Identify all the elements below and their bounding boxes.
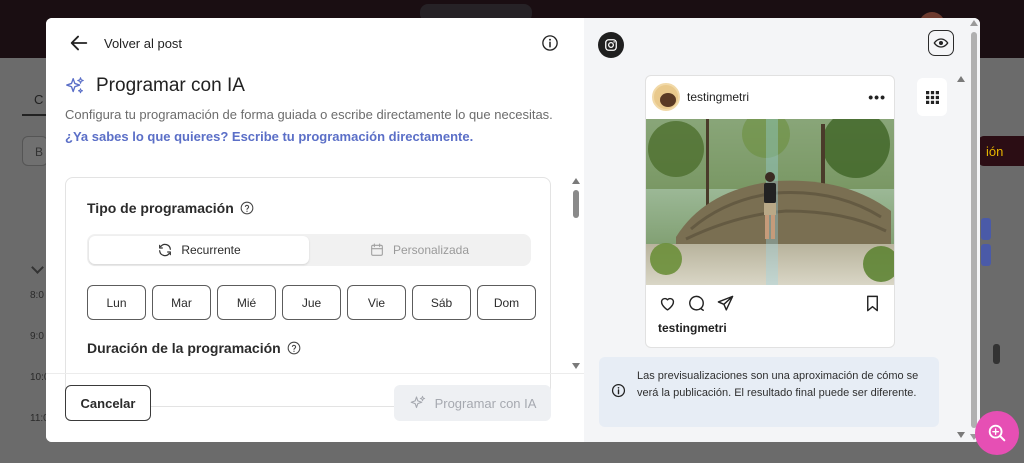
sparkles-icon <box>66 77 84 94</box>
info-icon <box>611 383 626 398</box>
cancel-button[interactable]: Cancelar <box>65 385 151 421</box>
instagram-glyph-icon <box>605 39 617 51</box>
weekday-selector: Lun Mar Mié Jue Vie Sáb Dom <box>87 285 536 320</box>
background-search: B <box>22 136 48 166</box>
calendar-block <box>981 218 991 240</box>
avatar <box>652 83 680 111</box>
scroll-down-arrow[interactable] <box>957 432 965 438</box>
post-header: testingmetri ••• <box>652 82 890 112</box>
tab-recurrente[interactable]: Recurrente <box>89 236 309 264</box>
grid-view-button[interactable] <box>917 78 947 116</box>
time-label: 8:0 <box>30 290 44 301</box>
background-tab: C <box>34 92 44 107</box>
preview-toggle-button[interactable] <box>928 30 954 56</box>
preview-notice: Las previsualizaciones son una aproximac… <box>599 357 939 427</box>
scroll-down-arrow[interactable] <box>572 363 580 369</box>
back-label: Volver al post <box>104 35 183 51</box>
post-username: testingmetri <box>687 90 750 104</box>
background-cta-button: ión <box>978 136 1024 166</box>
modal-header: Programar con IA <box>64 75 245 97</box>
grid-icon <box>925 90 939 104</box>
more-options-icon[interactable]: ••• <box>868 89 886 105</box>
schedule-type-title: Tipo de programación <box>87 200 234 216</box>
tab-label: Personalizada <box>392 243 470 257</box>
schedule-type-heading: Tipo de programación <box>87 200 254 216</box>
background-scrollbar <box>993 344 1000 364</box>
time-label: 9:0 <box>30 331 44 342</box>
background-tab-underline <box>22 114 46 116</box>
preview-pane: testingmetri ••• testingmetri Las previs… <box>584 18 980 442</box>
day-button-dom[interactable]: Dom <box>477 285 536 320</box>
form-scrollbar-thumb[interactable] <box>573 190 579 218</box>
page-scrollbar[interactable] <box>969 18 980 442</box>
duration-title: Duración de la programación <box>87 340 281 356</box>
heart-icon[interactable] <box>658 294 677 313</box>
tab-personalizada[interactable]: Personalizada <box>309 236 529 264</box>
instagram-icon[interactable] <box>598 32 624 58</box>
footer-divider <box>46 373 584 374</box>
search-sparkle-icon <box>988 424 1006 442</box>
calendar-block <box>981 244 991 266</box>
day-button-mar[interactable]: Mar <box>152 285 211 320</box>
write-directly-link[interactable]: ¿Ya sabes lo que quieres? Escribe tu pro… <box>65 129 473 144</box>
day-button-jue[interactable]: Jue <box>282 285 341 320</box>
help-icon[interactable] <box>287 341 301 355</box>
chevron-down-icon <box>31 261 44 274</box>
program-button-label: Programar con IA <box>434 395 537 411</box>
comment-icon[interactable] <box>687 294 706 313</box>
help-icon[interactable] <box>240 201 254 215</box>
back-to-post-button[interactable]: Volver al post <box>68 32 182 54</box>
config-pane: Volver al post Programar con IA Configur… <box>46 18 584 442</box>
schedule-type-toggle: Recurrente Personalizada <box>87 234 531 266</box>
tab-label: Recurrente <box>181 243 241 257</box>
info-icon[interactable] <box>541 34 559 52</box>
day-button-mie[interactable]: Mié <box>217 285 276 320</box>
refresh-icon <box>159 243 172 257</box>
page-scrollbar-thumb[interactable] <box>971 32 977 428</box>
sparkles-icon <box>410 395 425 409</box>
preview-notice-text: Las previsualizaciones son una aproximac… <box>637 370 919 399</box>
page-title: Programar con IA <box>96 75 245 96</box>
post-image <box>646 119 894 285</box>
arrow-left-icon <box>70 35 88 51</box>
calendar-icon <box>371 243 383 256</box>
schedule-ai-modal: Volver al post Programar con IA Configur… <box>46 18 980 442</box>
duration-heading: Duración de la programación <box>87 340 301 356</box>
scroll-up-arrow[interactable] <box>572 178 580 184</box>
day-button-sab[interactable]: Sáb <box>412 285 471 320</box>
instagram-post-preview: testingmetri ••• testingmetri <box>645 75 895 348</box>
scroll-up-arrow[interactable] <box>957 76 965 82</box>
day-button-vie[interactable]: Vie <box>347 285 406 320</box>
day-button-lun[interactable]: Lun <box>87 285 146 320</box>
scroll-up-arrow[interactable] <box>970 20 978 26</box>
share-icon[interactable] <box>716 294 735 313</box>
assistant-fab-button[interactable] <box>975 411 1019 455</box>
bookmark-icon[interactable] <box>863 294 882 313</box>
post-actions <box>658 292 882 314</box>
post-caption-username: testingmetri <box>658 321 727 335</box>
eye-icon <box>933 38 949 48</box>
page-subtitle: Configura tu programación de forma guiad… <box>65 107 553 122</box>
program-with-ai-button[interactable]: Programar con IA <box>394 385 551 421</box>
